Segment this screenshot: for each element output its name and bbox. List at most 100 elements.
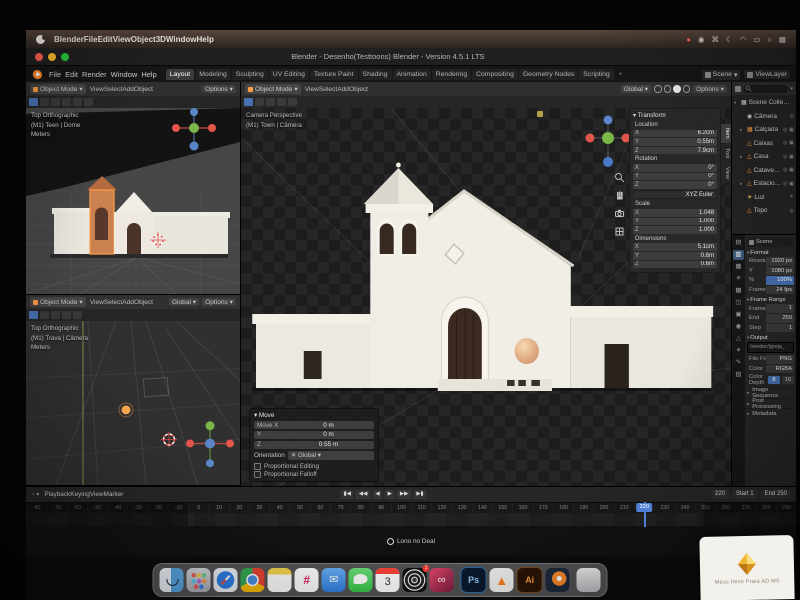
transform-row[interactable]: X 6.2cm xyxy=(633,130,717,138)
jump-to-start[interactable]: ▮◀ xyxy=(341,490,354,499)
menubar-item[interactable]: Window xyxy=(166,35,197,44)
viewport-menu-item[interactable]: Add xyxy=(337,86,349,93)
expander-icon[interactable]: ▸ xyxy=(740,181,745,187)
pan-hand-icon[interactable] xyxy=(614,190,625,201)
outliner-row[interactable]: △ Caixas ◎ ▣ xyxy=(732,137,796,151)
viewport-menu-item[interactable]: Select xyxy=(319,86,337,93)
workspace-tab[interactable]: Compositing xyxy=(472,69,518,80)
divider[interactable] xyxy=(573,569,574,591)
tool-cursor-icon[interactable] xyxy=(255,98,264,106)
blender-logo-icon[interactable] xyxy=(32,70,42,80)
options-dropdown[interactable]: Options ▾ xyxy=(202,298,236,306)
tool-cursor-icon[interactable] xyxy=(40,311,49,319)
transform-row[interactable]: X 1.048 xyxy=(633,209,717,217)
outliner-row[interactable]: ◉ Câmera ◎ xyxy=(732,110,796,124)
outliner-row[interactable]: △ Topo ◎ xyxy=(732,204,796,218)
transform-row[interactable]: XYZ Euler xyxy=(633,190,717,200)
shading-material-button[interactable] xyxy=(673,85,681,93)
depth-option-button[interactable]: 16 xyxy=(782,376,794,384)
tool-rotate-icon[interactable] xyxy=(62,98,71,106)
next-keyframe[interactable]: ▶▶ xyxy=(397,490,411,499)
tool-scale-icon[interactable] xyxy=(73,98,82,106)
perspective-toggle-icon[interactable] xyxy=(614,226,625,237)
apple-menu-icon[interactable] xyxy=(36,35,45,44)
menubar-item[interactable]: Object xyxy=(131,35,156,44)
menubar-item[interactable]: Blender xyxy=(54,35,84,44)
visibility-toggles[interactable]: ◎ ▣ xyxy=(783,140,794,146)
property-field[interactable]: Frame Start 1 xyxy=(747,304,794,313)
vinyl-app[interactable]: 1 xyxy=(403,568,427,592)
shading-wireframe-button[interactable] xyxy=(654,85,662,93)
minimize-window-button[interactable] xyxy=(48,53,56,61)
viewport-menu-item[interactable]: Select xyxy=(104,299,122,306)
orientation-dropdown[interactable]: Global ▾ xyxy=(621,85,651,93)
current-frame-field[interactable]: 220 xyxy=(711,490,729,499)
safari[interactable] xyxy=(214,568,238,592)
chrome[interactable] xyxy=(241,568,265,592)
menubar-item[interactable]: 3D xyxy=(156,35,166,44)
operator-checkbox-row[interactable]: Proportional Editing xyxy=(254,462,374,470)
viewport-main-canvas[interactable]: Camera Perspective (M1) Town | Câmera xyxy=(241,108,731,486)
physics[interactable]: ✎ xyxy=(733,358,744,368)
wifi[interactable]: ◠ xyxy=(740,35,747,44)
navigation-gizmo[interactable] xyxy=(585,114,631,170)
tool-select-box-icon[interactable] xyxy=(29,98,38,106)
viewport-bl-canvas[interactable]: Top Orthographic (M1) Trava | Câmera Met… xyxy=(26,321,240,485)
outliner-row[interactable]: ☀ Luz ☀ xyxy=(732,191,796,205)
record-indicator[interactable]: ● xyxy=(686,35,691,44)
timeline-editor-icon[interactable]: ◔ ▾ xyxy=(31,491,39,498)
visibility-toggles[interactable]: ◎ ▣ xyxy=(783,127,794,133)
visibility-toggles[interactable]: ☀ xyxy=(789,194,794,200)
workspace-tab[interactable]: Geometry Nodes xyxy=(519,69,578,80)
transform-row[interactable]: Z 0° xyxy=(633,181,717,189)
transform-row[interactable]: Z 0.6m xyxy=(633,261,717,269)
expander-icon[interactable]: ▸ xyxy=(740,154,745,160)
constraints[interactable]: ▧ xyxy=(733,370,744,380)
properties-breadcrumb[interactable]: Scene xyxy=(747,237,794,247)
slack[interactable]: # xyxy=(295,568,319,592)
collapsed-panel-header[interactable]: ▸Metadata xyxy=(747,408,794,419)
zoom-window-button[interactable] xyxy=(61,53,69,61)
workspace-tab[interactable]: Sculpting xyxy=(232,69,268,80)
property-field[interactable]: % 100% xyxy=(747,276,794,285)
tool-select-box-icon[interactable] xyxy=(29,311,38,319)
light-object-icon[interactable] xyxy=(537,111,543,117)
transform-row[interactable]: X 5.1cm xyxy=(633,243,717,251)
workspace-tab[interactable]: Animation xyxy=(393,69,431,80)
shading-rendered-button[interactable] xyxy=(683,85,691,93)
play-reverse[interactable]: ◀ xyxy=(372,490,382,499)
screen-mirroring[interactable]: ◉ xyxy=(698,35,705,44)
tool-move-icon[interactable] xyxy=(51,98,60,106)
world[interactable]: ☀ xyxy=(733,274,744,284)
topbar-menu-item[interactable]: Render xyxy=(80,70,109,79)
viewport-top-orthographic[interactable]: Object Mode▾ ViewSelectAddObject Options… xyxy=(26,82,240,295)
data[interactable]: △ xyxy=(733,334,744,344)
viewport-menu-item[interactable]: Object xyxy=(134,86,153,93)
frame-start-field[interactable]: Start 1 xyxy=(732,490,758,499)
mode-dropdown[interactable]: Object Mode▾ xyxy=(245,84,301,94)
collapsed-panel-header[interactable]: ▸Post Processing xyxy=(747,398,794,409)
tool[interactable]: ▤ xyxy=(733,238,744,248)
calendar[interactable]: 3 xyxy=(376,568,400,592)
topbar-menu-item[interactable]: Help xyxy=(139,70,158,79)
sidebar-tab[interactable]: View xyxy=(721,163,731,183)
divider[interactable] xyxy=(457,569,458,591)
photoshop[interactable]: Ps xyxy=(461,567,487,593)
checkbox[interactable] xyxy=(254,471,261,478)
launchpad[interactable] xyxy=(187,568,211,592)
close-window-button[interactable] xyxy=(35,53,43,61)
format-panel-header[interactable]: ▾Format xyxy=(747,250,794,256)
notes[interactable] xyxy=(268,568,292,592)
viewport-menu-item[interactable]: Object xyxy=(349,86,368,93)
orientation-dropdown[interactable]: Global ▾ xyxy=(169,298,199,306)
transform-row[interactable]: Location xyxy=(633,121,717,129)
transform-row[interactable]: Z 7.9cm xyxy=(633,147,717,155)
transform-panel-title[interactable]: ▾ Transform xyxy=(633,112,717,119)
workspace-tab[interactable]: UV Editing xyxy=(269,69,309,80)
operator-value-field[interactable]: Move X 0 m xyxy=(254,421,374,429)
collection[interactable]: ◫ xyxy=(733,298,744,308)
workspace-tab[interactable]: Modeling xyxy=(195,69,231,80)
play[interactable]: ▶ xyxy=(385,490,395,499)
property-field[interactable]: Color RGBA xyxy=(747,365,794,374)
illustrator[interactable]: Ai xyxy=(517,567,543,593)
